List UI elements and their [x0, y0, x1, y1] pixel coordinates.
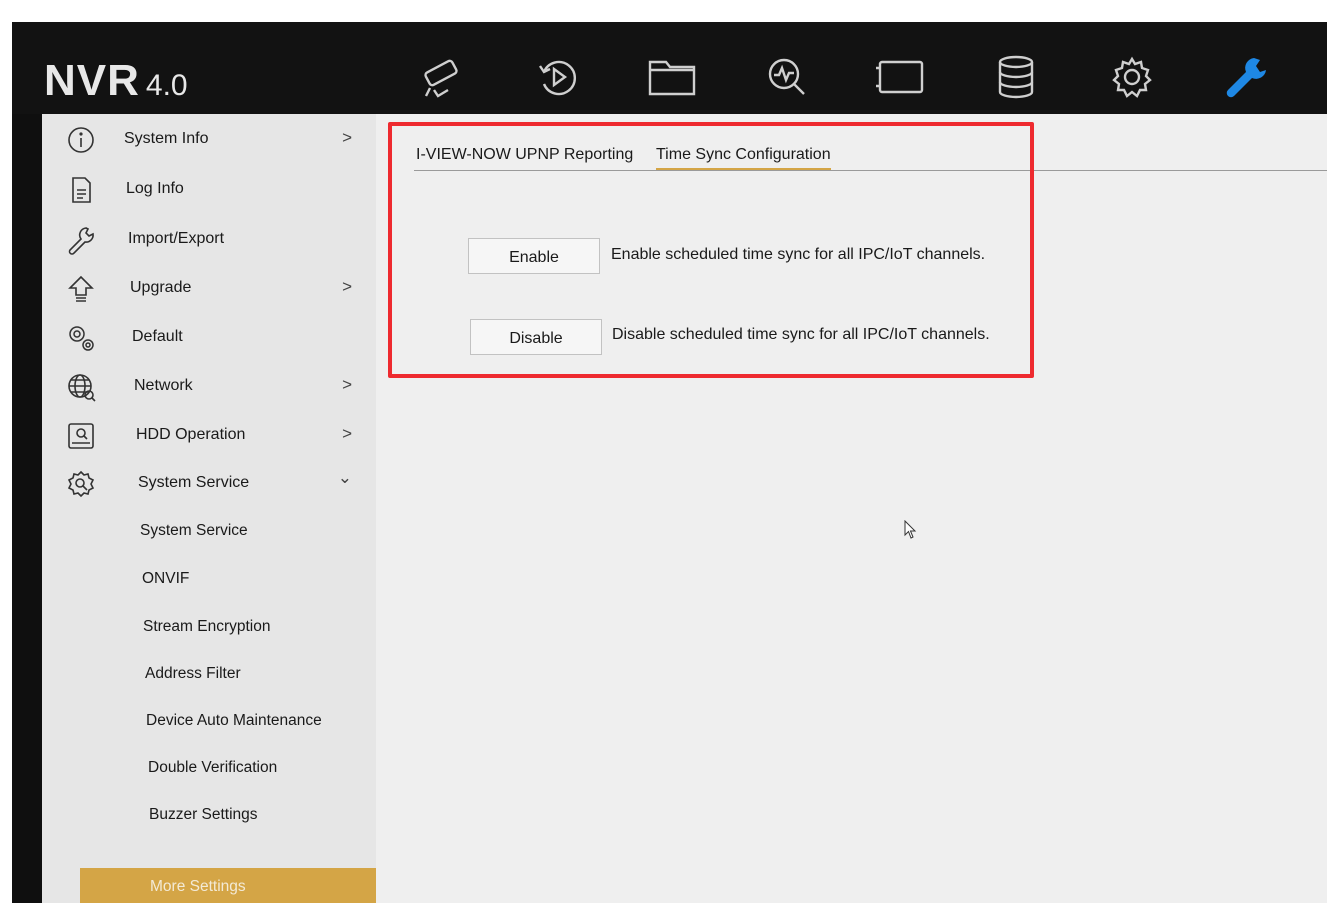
sidebar-item-label: System Service: [138, 474, 250, 491]
sidebar-item-import-export[interactable]: Import/Export: [42, 218, 376, 262]
video-wall-icon[interactable]: [872, 52, 928, 102]
sidebar-item-label: System Info: [124, 130, 209, 147]
sidebar-subitem-label: ONVIF: [142, 570, 190, 587]
camera-icon[interactable]: [416, 52, 472, 102]
sidebar-subitem-onvif[interactable]: ONVIF: [42, 558, 376, 602]
default-icon: [66, 323, 96, 353]
sidebar-item-label: Default: [132, 328, 183, 345]
import-export-icon: [66, 225, 96, 255]
sidebar-item-label: HDD Operation: [136, 426, 246, 443]
chevron-right-icon: >: [342, 128, 352, 147]
sidebar-item-default[interactable]: Default: [42, 316, 376, 360]
sidebar-item-label: Upgrade: [130, 279, 192, 296]
sidebar-subitem-label: Double Verification: [148, 759, 278, 776]
sidebar-subitem-device-auto-maintenance[interactable]: Device Auto Maintenance: [42, 700, 376, 744]
sidebar-item-label: Log Info: [126, 180, 184, 197]
playback-icon[interactable]: [530, 52, 586, 102]
gear-icon[interactable]: [1104, 52, 1160, 102]
sidebar-subitem-label: More Settings: [150, 878, 246, 895]
mouse-cursor-icon: [904, 519, 918, 540]
upgrade-icon: [66, 274, 96, 304]
sidebar-item-network[interactable]: Network >: [42, 365, 376, 409]
sidebar-item-label: Network: [134, 377, 193, 394]
hdd-icon: [66, 421, 96, 451]
network-icon: [66, 372, 96, 402]
sidebar-subitem-stream-encryption[interactable]: Stream Encryption: [42, 606, 376, 650]
sidebar-subitem-label: Stream Encryption: [143, 618, 271, 635]
wrench-icon[interactable]: [1220, 52, 1276, 102]
sidebar-item-label: Import/Export: [128, 230, 225, 247]
highlight-annotation-box: [388, 122, 1034, 378]
sidebar: System Info > Log Info Import/Export Upg…: [42, 114, 376, 903]
chevron-down-icon: ⌄: [337, 468, 352, 487]
sidebar-item-upgrade[interactable]: Upgrade >: [42, 267, 376, 311]
sidebar-subitem-address-filter[interactable]: Address Filter: [42, 653, 376, 697]
sidebar-subitem-buzzer-settings[interactable]: Buzzer Settings: [42, 794, 376, 838]
sidebar-item-system-info[interactable]: System Info >: [42, 118, 376, 162]
sidebar-subitem-label: Device Auto Maintenance: [146, 712, 322, 729]
sidebar-subitem-system-service[interactable]: System Service: [42, 510, 376, 554]
sidebar-item-system-service[interactable]: System Service ⌄: [42, 462, 376, 506]
sidebar-subitem-double-verification[interactable]: Double Verification: [42, 747, 376, 791]
sidebar-subitem-more-settings[interactable]: More Settings: [80, 868, 376, 903]
app-logo: NVR 4.0: [44, 56, 188, 106]
sidebar-item-log-info[interactable]: Log Info: [42, 168, 376, 212]
logo-main: NVR: [44, 56, 140, 105]
sidebar-item-hdd-operation[interactable]: HDD Operation >: [42, 414, 376, 458]
folder-icon[interactable]: [644, 52, 700, 102]
sidebar-subitem-label: Buzzer Settings: [149, 806, 258, 823]
info-icon: [66, 125, 96, 155]
logo-version: 4.0: [145, 69, 188, 102]
sidebar-subitem-label: System Service: [140, 522, 248, 539]
document-icon: [66, 175, 96, 205]
search-analytics-icon[interactable]: [758, 52, 814, 102]
top-bar: NVR 4.0: [12, 22, 1327, 114]
sidebar-subitem-label: Address Filter: [145, 665, 241, 682]
system-service-icon: [66, 469, 96, 499]
chevron-right-icon: >: [342, 424, 352, 443]
chevron-right-icon: >: [342, 375, 352, 394]
chevron-right-icon: >: [342, 277, 352, 296]
storage-icon[interactable]: [988, 52, 1044, 102]
